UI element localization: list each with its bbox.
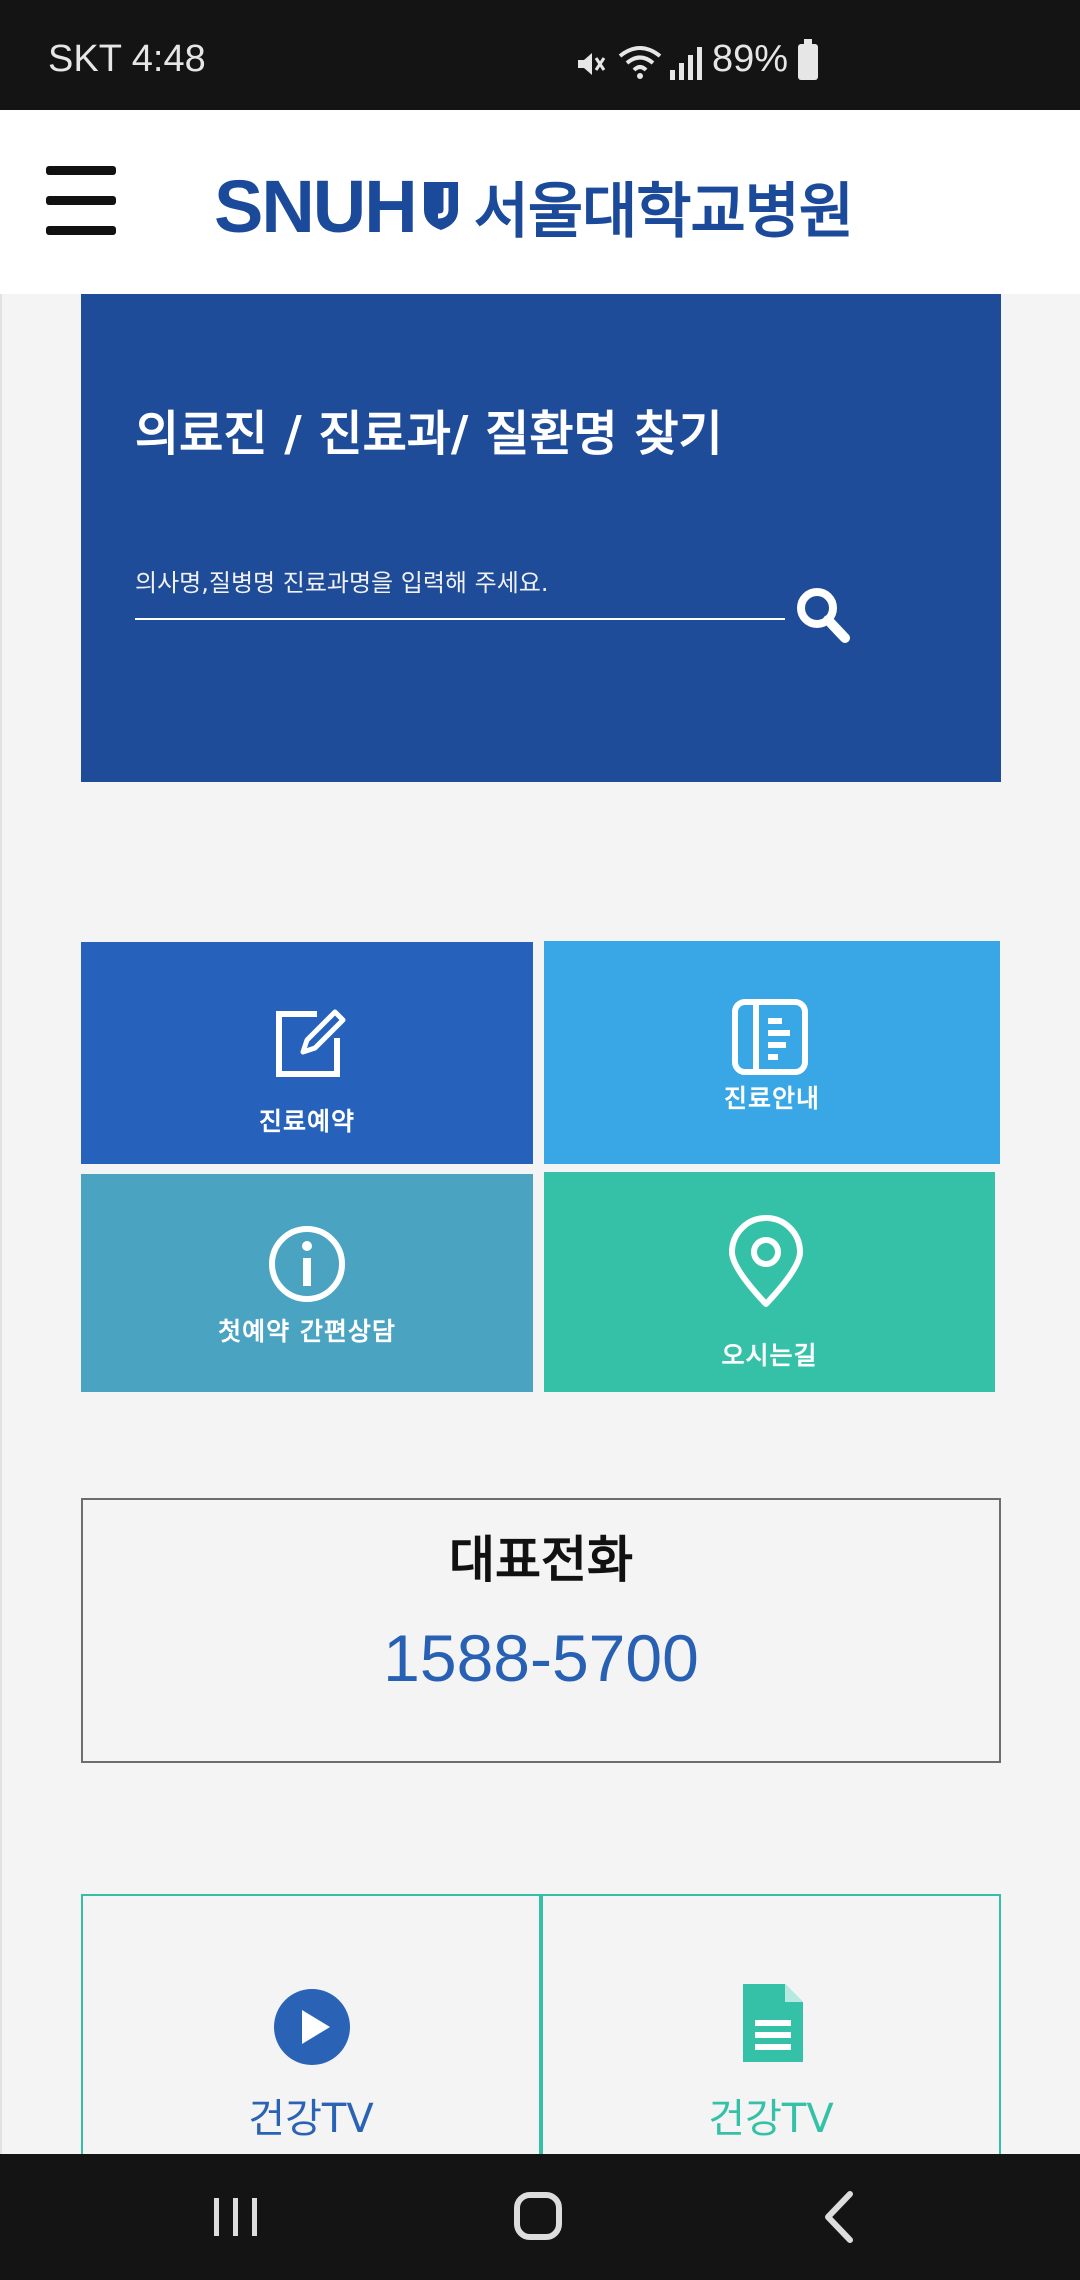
mute-icon (578, 53, 606, 75)
health-tv-video-card[interactable]: 건강TV (81, 1894, 541, 2154)
play-circle-icon (274, 1989, 350, 2065)
location-pin-icon (729, 1215, 803, 1307)
logo-text-ko: 서울대학교병원 (473, 176, 854, 247)
search-panel: 의료진 / 진료과/ 질환명 찾기 (81, 294, 1001, 782)
info-icon (269, 1226, 345, 1302)
left-edge-line (0, 294, 2, 2154)
main-phone-box: 대표전화 1588-5700 (81, 1498, 1001, 1763)
signal-icon (670, 47, 702, 80)
home-icon[interactable] (498, 2182, 578, 2252)
tile-directions[interactable]: 오시는길 (544, 1172, 995, 1392)
shield-icon (423, 182, 458, 230)
battery-icon (798, 39, 818, 80)
app-header: SNUH 서울대학교병원 (0, 110, 1080, 294)
tile-guide[interactable]: 진료안내 (544, 941, 1000, 1164)
tile-first-consult[interactable]: 첫예약 간편상담 (81, 1174, 533, 1392)
logo-text-en: SNUH (214, 164, 418, 248)
health-tv-label: 건강TV (708, 2096, 834, 2142)
tile-reservation[interactable]: 진료예약 (81, 942, 533, 1164)
search-input[interactable] (135, 562, 785, 620)
phone-number-link[interactable]: 1588-5700 (83, 1620, 999, 1696)
health-tv-label: 건강TV (248, 2096, 374, 2142)
tile-label: 첫예약 간편상담 (218, 1317, 396, 1346)
wifi-icon (618, 46, 662, 79)
system-nav-bar (0, 2154, 1080, 2280)
recent-apps-icon[interactable] (196, 2182, 276, 2252)
tile-label: 진료안내 (723, 1084, 820, 1113)
tile-label: 오시는길 (721, 1341, 818, 1370)
search-icon[interactable] (793, 584, 851, 644)
status-bar: SKT 4:48 89% (0, 0, 1080, 110)
hamburger-menu-button[interactable] (46, 164, 116, 238)
document-list-icon (732, 999, 808, 1075)
battery-percent: 89% (712, 38, 789, 80)
health-tv-article-card[interactable]: 건강TV (541, 1894, 1001, 2154)
document-icon (743, 1984, 803, 2062)
search-title: 의료진 / 진료과/ 질환명 찾기 (135, 406, 723, 462)
phone-title: 대표전화 (449, 1531, 633, 1589)
tile-label: 진료예약 (258, 1107, 355, 1136)
snuh-logo[interactable]: SNUH 서울대학교병원 (214, 164, 854, 248)
edit-icon (276, 1009, 346, 1077)
back-icon[interactable] (800, 2182, 880, 2252)
status-carrier-time: SKT 4:48 (48, 38, 206, 80)
